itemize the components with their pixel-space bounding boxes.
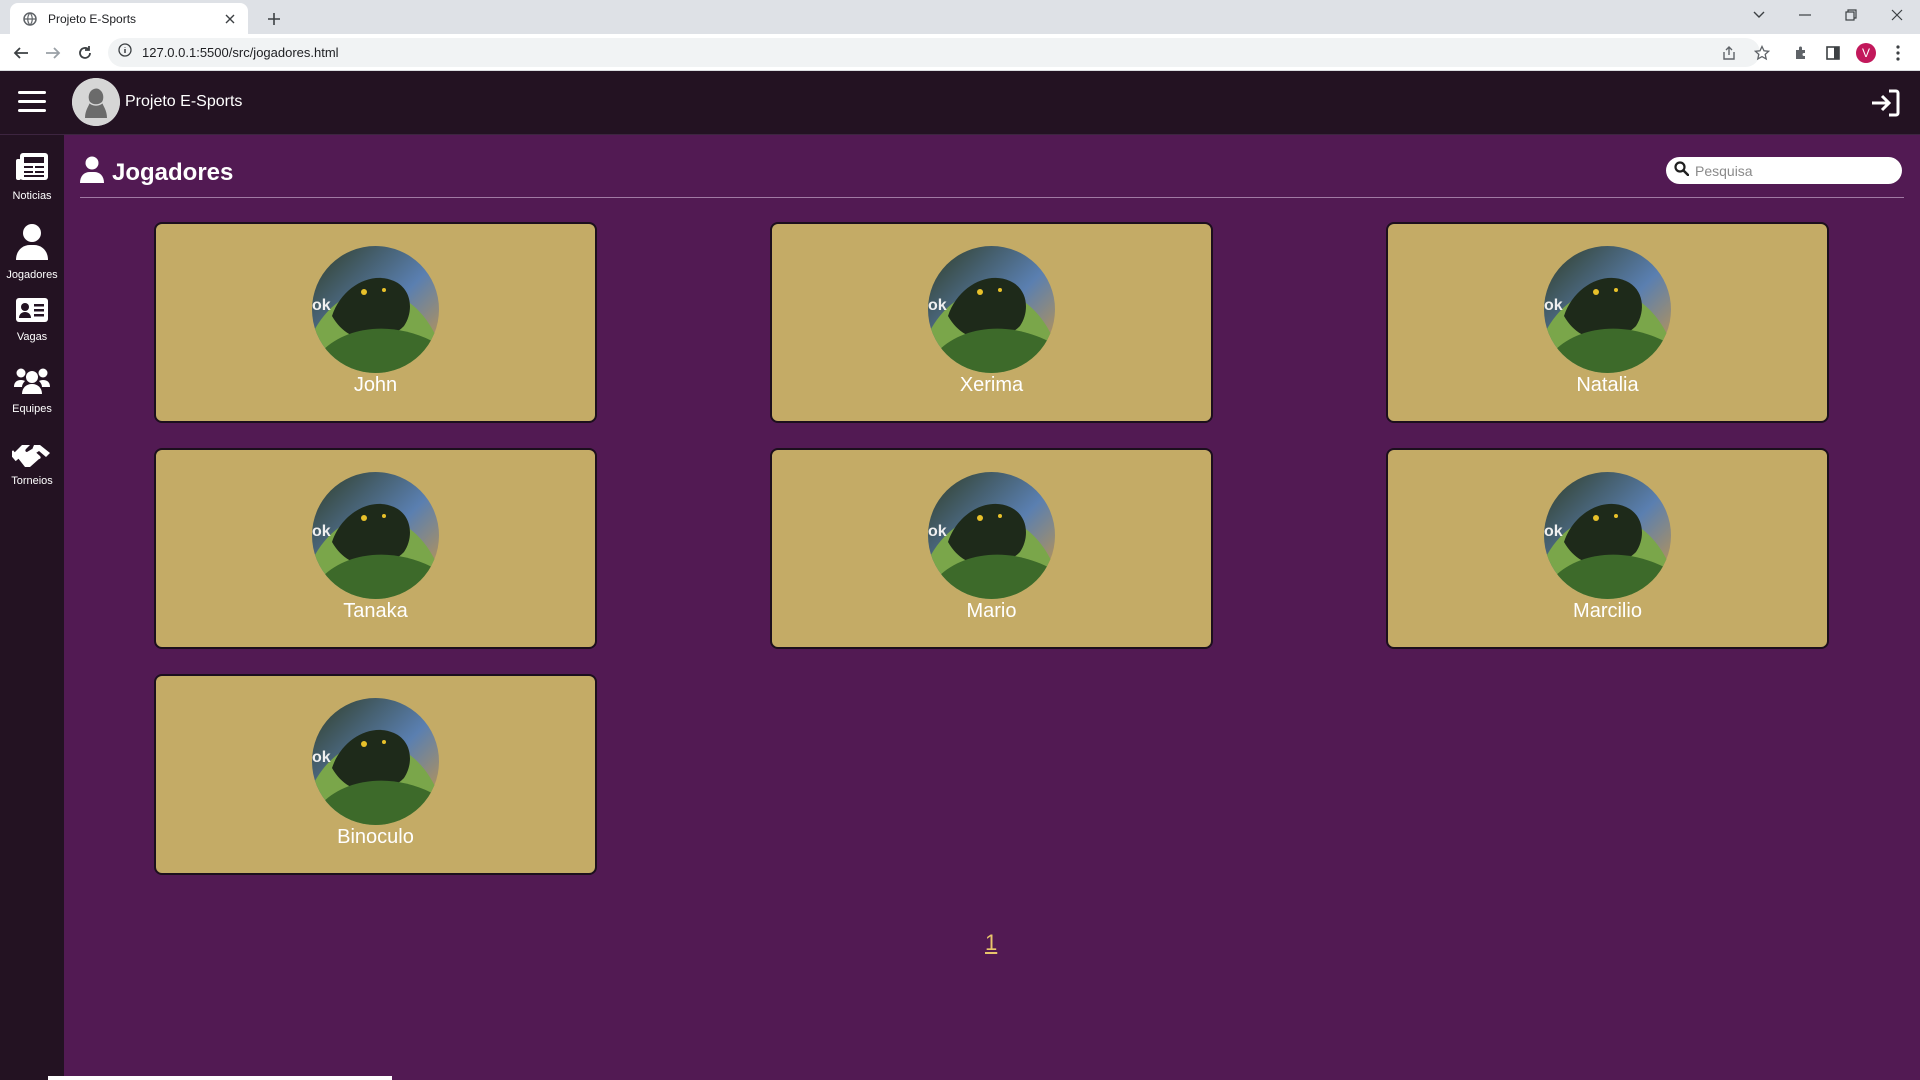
player-name: John [353,374,398,396]
player-name: Binoculo [337,826,414,848]
close-tab-icon[interactable] [222,11,238,27]
player-name: Mario [966,600,1017,622]
sidebar-item-label: Torneios [11,475,53,487]
player-card-mario[interactable]: ok Mario [770,448,1213,649]
hamburger-menu-icon[interactable] [18,91,46,115]
player-name: Natalia [1576,374,1639,396]
svg-text:ok: ok [312,749,331,766]
profile-avatar[interactable]: V [1853,40,1879,66]
page-title: Jogadores [112,158,234,186]
scrollbar-indicator [48,1076,392,1080]
player-card-binoculo[interactable]: ok Binoculo [154,674,597,875]
svg-text:ok: ok [1544,297,1563,314]
close-window-icon[interactable] [1874,0,1920,30]
extensions-icon[interactable] [1788,40,1814,66]
sidebar-item-label: Equipes [12,403,52,415]
browser-tabstrip: Projeto E-Sports [0,0,1920,34]
search-input[interactable] [1695,162,1885,179]
player-card-natalia[interactable]: ok Natalia [1386,222,1829,423]
login-icon[interactable] [1868,86,1902,120]
newspaper-icon [15,152,49,187]
app-header: Projeto E-Sports [0,71,1920,135]
brand-name[interactable]: Projeto E-Sports [125,93,242,111]
minimize-icon[interactable] [1782,0,1828,30]
browser-tab[interactable]: Projeto E-Sports [10,3,248,34]
user-icon [15,223,49,266]
globe-icon [22,11,38,27]
sidebar-item-torneios[interactable]: Torneios [0,439,64,487]
address-bar[interactable]: 127.0.0.1:5500/src/jogadores.html [108,38,1760,67]
player-card-john[interactable]: ok John [154,222,597,423]
search-box[interactable] [1666,157,1902,184]
sidebar-item-label: Jogadores [6,269,58,281]
player-card-marcilio[interactable]: ok Marcilio [1386,448,1829,649]
url-text: 127.0.0.1:5500/src/jogadores.html [142,45,339,60]
player-avatar: ok [928,246,1055,373]
player-name: Tanaka [343,600,408,622]
player-card-tanaka[interactable]: ok Tanaka [154,448,597,649]
back-icon[interactable] [8,40,34,66]
player-avatar: ok [312,246,439,373]
handshake-icon [9,439,52,472]
svg-text:ok: ok [312,523,331,540]
player-avatar: ok [1544,472,1671,599]
svg-text:ok: ok [312,297,331,314]
users-icon [13,367,51,400]
svg-text:ok: ok [928,297,947,314]
sidebar-item-jogadores[interactable]: Jogadores [0,223,64,281]
search-icon [1674,160,1690,181]
svg-text:ok: ok [928,523,947,540]
forward-icon[interactable] [40,40,66,66]
player-avatar: ok [312,472,439,599]
bookmark-star-icon[interactable] [1749,40,1775,66]
player-avatar: ok [1544,246,1671,373]
page-title-group: Jogadores [80,156,233,189]
svg-text:ok: ok [1544,523,1563,540]
site-info-icon[interactable] [118,43,132,62]
page-header: Jogadores [80,148,1904,198]
restore-icon[interactable] [1828,0,1874,30]
sidebar-item-label: Noticias [12,190,52,202]
reload-icon[interactable] [72,40,98,66]
id-card-icon [15,297,49,328]
share-icon[interactable] [1716,40,1742,66]
tab-search-icon[interactable] [1736,0,1782,30]
browser-menu-icon[interactable] [1885,40,1911,66]
sidebar-item-noticias[interactable]: Noticias [0,152,64,202]
sidebar-item-vagas[interactable]: Vagas [0,297,64,343]
sidebar-item-equipes[interactable]: Equipes [0,367,64,415]
new-tab-icon[interactable] [262,7,286,31]
player-avatar: ok [312,698,439,825]
player-avatar: ok [928,472,1055,599]
browser-toolbar: 127.0.0.1:5500/src/jogadores.html V [0,34,1920,71]
player-card-xerima[interactable]: ok Xerima [770,222,1213,423]
side-panel-icon[interactable] [1820,40,1846,66]
sidebar-item-label: Vagas [16,331,48,343]
user-icon [80,156,104,189]
pagination-page-link[interactable]: 1 [985,930,997,956]
tab-title: Projeto E-Sports [48,11,137,26]
brand-logo[interactable] [72,78,120,126]
player-name: Xerima [959,374,1024,396]
side-nav: Noticias Jogadores Vagas Equipes Torneio… [0,135,64,1080]
player-name: Marcilio [1573,600,1642,622]
